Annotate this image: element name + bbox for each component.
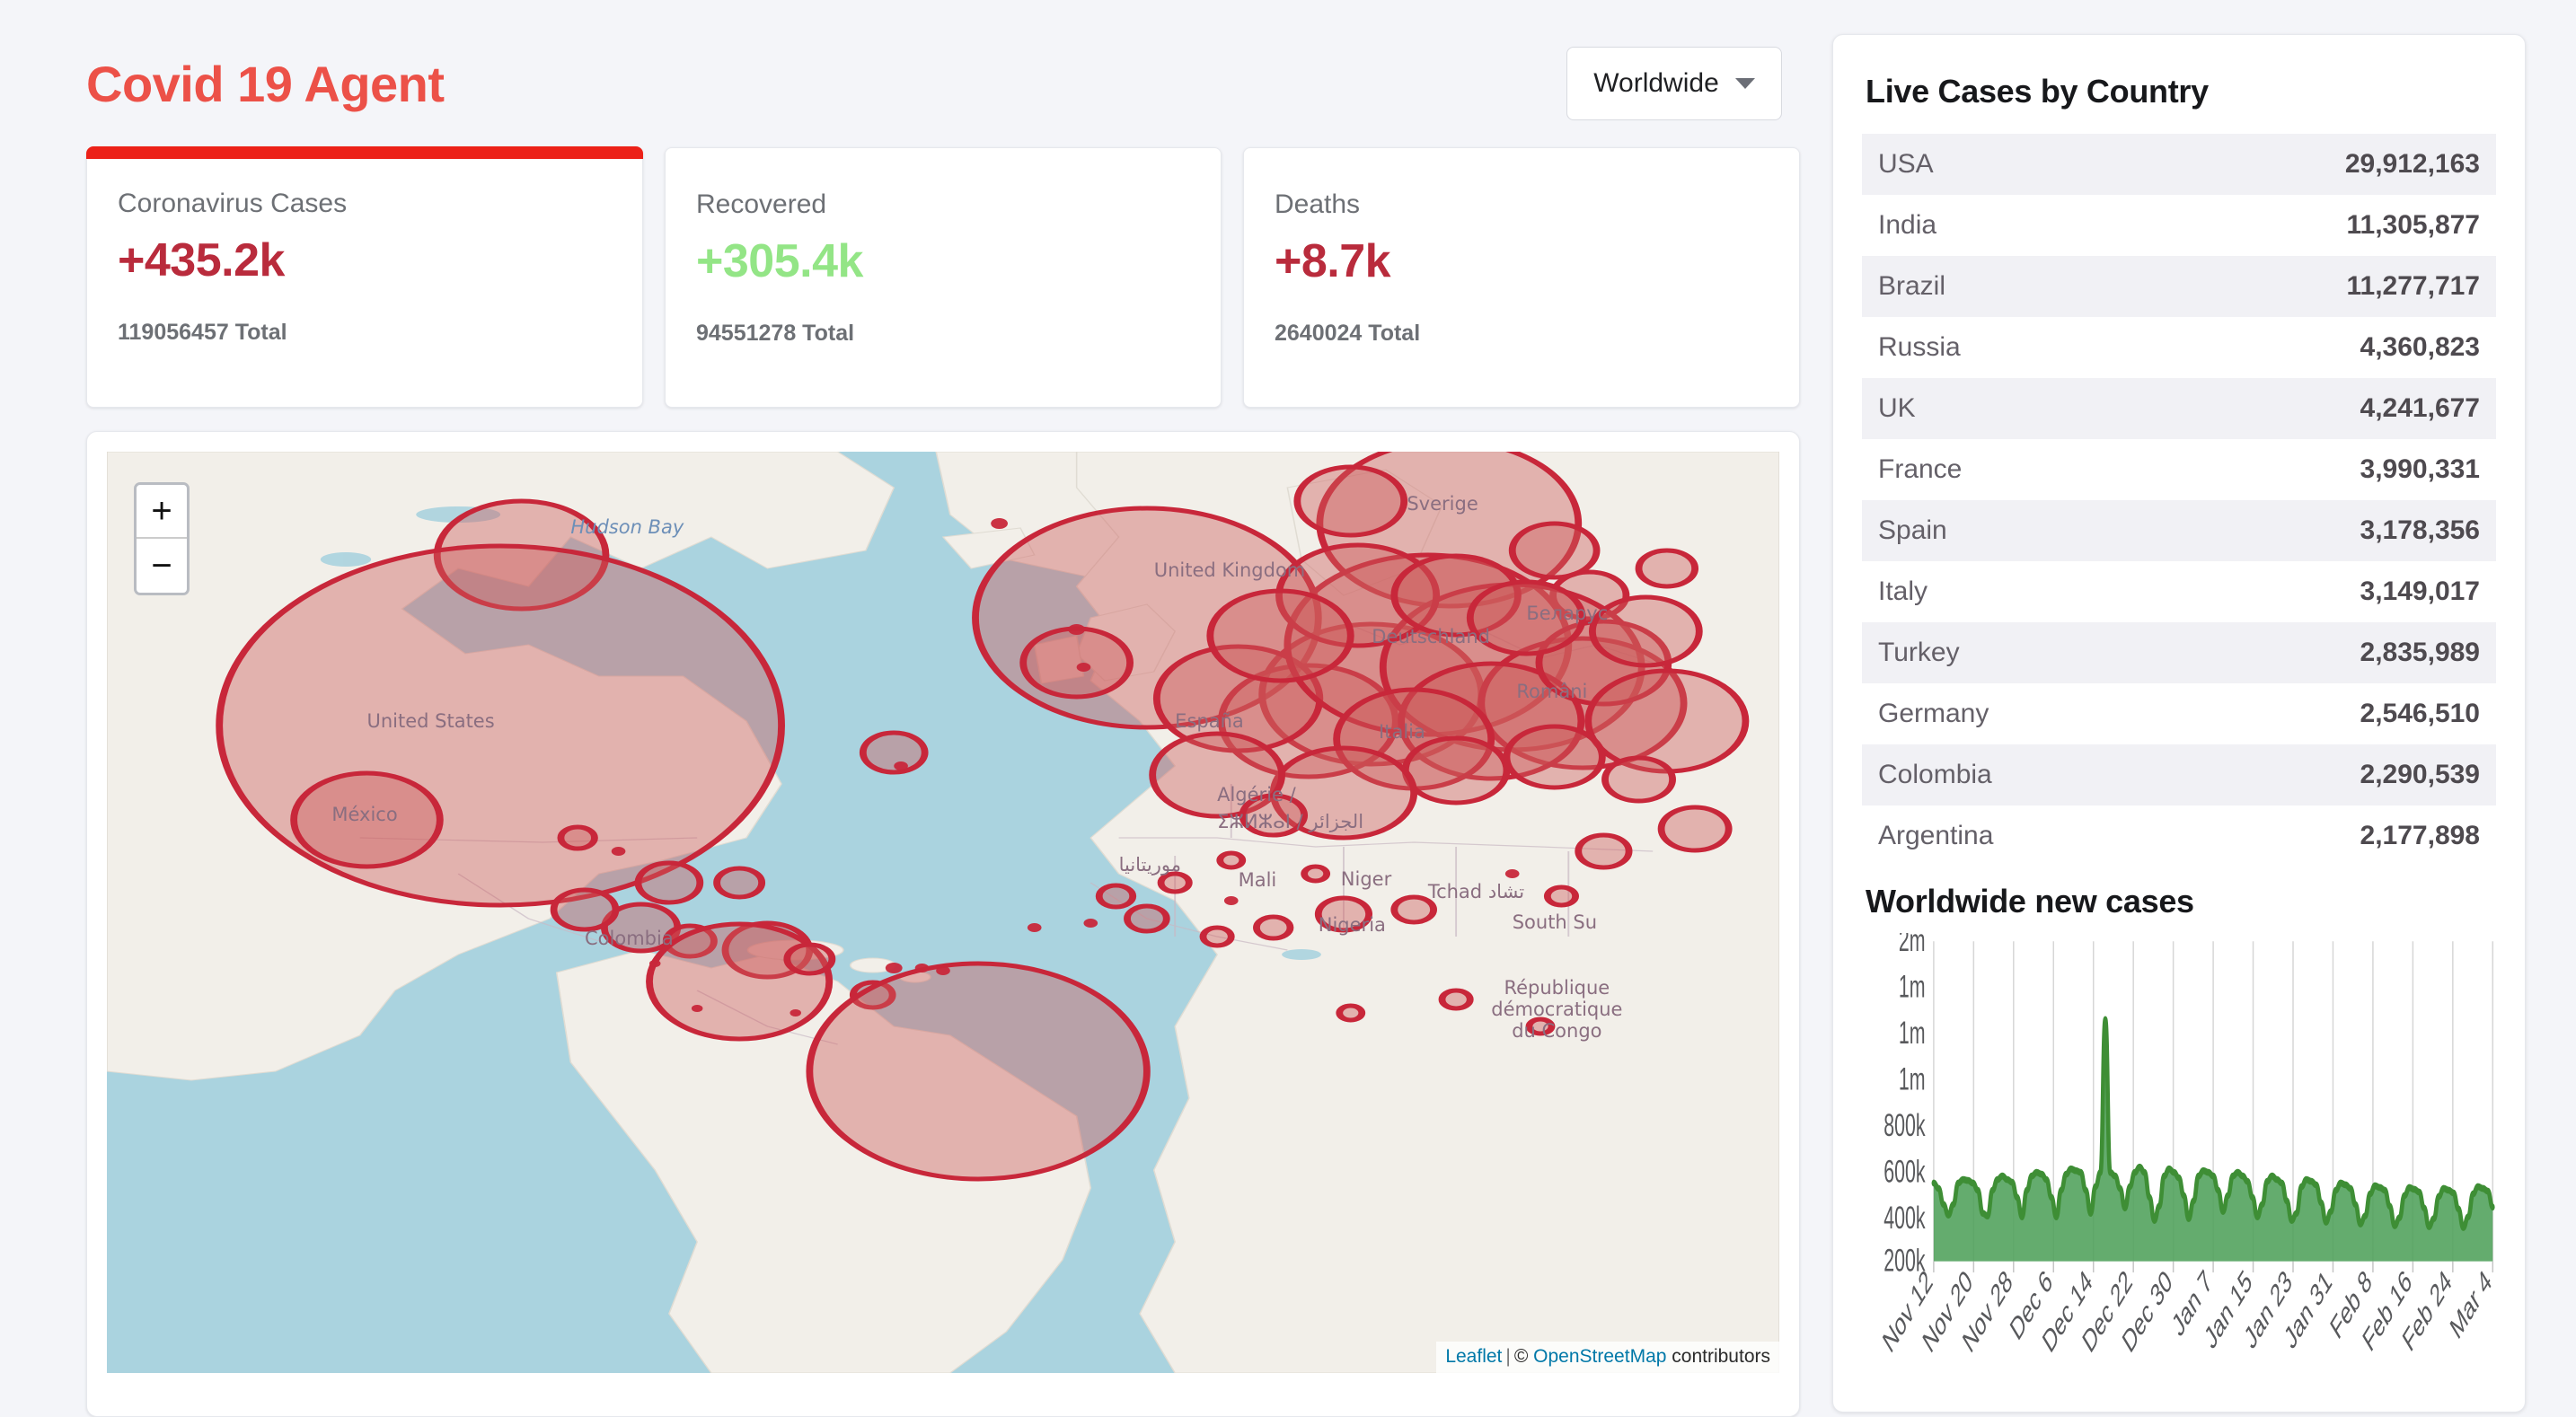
stat-card-total: 119056457 Total	[118, 320, 287, 345]
map-card: + − Hudson Bay United States México Colombi…	[86, 431, 1800, 1417]
country-row[interactable]: Italy 3,149,017	[1862, 561, 2496, 622]
country-row[interactable]: Germany 2,546,510	[1862, 683, 2496, 744]
country-row[interactable]: Turkey 2,835,989	[1862, 622, 2496, 683]
country-name: UK	[1878, 393, 1916, 423]
chevron-down-icon	[1734, 78, 1755, 89]
country-row[interactable]: Colombia 2,290,539	[1862, 744, 2496, 805]
country-name: India	[1878, 210, 1937, 240]
country-name: France	[1878, 454, 1963, 484]
country-case-count: 11,305,877	[2346, 210, 2481, 240]
country-case-count: 29,912,163	[2344, 149, 2480, 179]
country-name: Argentina	[1878, 821, 1994, 850]
country-row[interactable]: France 3,990,331	[1862, 439, 2496, 500]
country-list: USA 29,912,163 India 11,305,877 Brazil 11,277…	[1862, 134, 2496, 867]
chart-y-tick: 600k	[1883, 1155, 1926, 1190]
country-name: Germany	[1878, 699, 1989, 728]
page-title: Covid 19 Agent	[86, 55, 445, 112]
sidebar-column: Live Cases by Country USA 29,912,163 India…	[1832, 0, 2576, 1417]
country-case-count: 4,360,823	[2360, 332, 2480, 362]
country-row[interactable]: Spain 3,178,356	[1862, 500, 2496, 561]
country-name: Spain	[1878, 515, 1947, 545]
country-case-count: 3,990,331	[2360, 454, 2480, 484]
covid-dashboard: Covid 19 Agent Worldwide Coronavirus Cas…	[0, 0, 2576, 1417]
stat-card-recovered[interactable]: Recovered +305.4k 94551278 Total	[665, 147, 1222, 408]
app-header: Covid 19 Agent Worldwide	[86, 25, 1800, 142]
chart-y-tick: 1m	[1899, 1017, 1926, 1052]
stat-card-deaths[interactable]: Deaths +8.7k 2640024 Total	[1243, 147, 1800, 408]
country-case-count: 2,835,989	[2360, 638, 2480, 667]
country-row[interactable]: Brazil 11,277,717	[1862, 256, 2496, 317]
openstreetmap-link[interactable]: OpenStreetMap	[1533, 1346, 1666, 1367]
country-row[interactable]: USA 29,912,163	[1862, 134, 2496, 195]
stat-card-title: Deaths	[1275, 189, 1361, 219]
country-row[interactable]: Russia 4,360,823	[1862, 317, 2496, 378]
stat-card-delta: +305.4k	[696, 235, 863, 287]
live-cases-card: Live Cases by Country USA 29,912,163 India…	[1832, 34, 2526, 1413]
country-case-count: 2,290,539	[2360, 760, 2480, 789]
chart-y-tick: 800k	[1883, 1109, 1926, 1144]
worldwide-new-cases-chart[interactable]: 2m 1m 1m 1m 800k 600k 400k 200k Nov 12 Nov 20 Nov …	[1862, 933, 2496, 1388]
country-name: Italy	[1878, 576, 1928, 606]
country-name: USA	[1878, 149, 1934, 179]
country-name: Russia	[1878, 332, 1961, 362]
stat-card-total: 2640024 Total	[1275, 321, 1421, 346]
leaflet-map[interactable]: + − Hudson Bay United States México Colombi…	[107, 452, 1779, 1373]
chart-y-tick: 2m	[1899, 933, 1926, 958]
chart-y-tick: 400k	[1883, 1201, 1926, 1237]
stat-card-total: 94551278 Total	[696, 321, 855, 346]
country-case-count: 3,149,017	[2360, 576, 2480, 606]
country-case-count: 4,241,677	[2360, 393, 2480, 423]
map-tiles	[107, 452, 1779, 1373]
area-chart-svg: 2m1m1m1m800k600k400k200kNov 12Nov 20Nov …	[1879, 933, 2496, 1360]
zoom-in-button[interactable]: +	[137, 485, 187, 539]
chart-title: Worldwide new cases	[1866, 883, 2194, 920]
map-zoom-controls[interactable]: + −	[134, 482, 190, 595]
country-row[interactable]: Argentina 2,177,898	[1862, 805, 2496, 867]
country-case-count: 2,177,898	[2360, 821, 2480, 850]
country-case-count: 3,178,356	[2360, 515, 2480, 545]
zoom-out-button[interactable]: −	[137, 539, 187, 593]
chart-x-tick: Mar 4	[2447, 1264, 2496, 1346]
copyright-symbol: ©	[1513, 1346, 1534, 1367]
country-row[interactable]: India 11,305,877	[1862, 195, 2496, 256]
stat-card-title: Recovered	[696, 189, 827, 219]
country-name: Turkey	[1878, 638, 1960, 667]
stat-card-cases[interactable]: Coronavirus Cases +435.2k 119056457 Tota…	[86, 146, 643, 408]
stat-card-title: Coronavirus Cases	[118, 189, 348, 218]
chart-y-tick: 1m	[1899, 970, 1926, 1005]
attribution-separator: |	[1505, 1346, 1511, 1367]
stat-card-delta: +435.2k	[118, 234, 285, 286]
country-select-dropdown[interactable]: Worldwide	[1566, 47, 1782, 120]
country-name: Colombia	[1878, 760, 1992, 789]
country-row[interactable]: UK 4,241,677	[1862, 378, 2496, 439]
chart-y-tick: 1m	[1899, 1062, 1926, 1097]
leaflet-link[interactable]: Leaflet	[1445, 1346, 1502, 1367]
stat-card-delta: +8.7k	[1275, 235, 1391, 287]
stats-row: Coronavirus Cases +435.2k 119056457 Tota…	[86, 146, 1800, 408]
country-case-count: 2,546,510	[2360, 699, 2480, 728]
country-name: Brazil	[1878, 271, 1946, 301]
country-select-value: Worldwide	[1593, 68, 1719, 98]
main-column: Covid 19 Agent Worldwide Coronavirus Cas…	[0, 0, 1832, 1417]
country-case-count: 11,277,717	[2346, 271, 2481, 301]
sidebar-title: Live Cases by Country	[1866, 73, 2209, 110]
contributors-text: contributors	[1666, 1346, 1770, 1367]
map-attribution: Leaflet | © OpenStreetMap contributors	[1436, 1342, 1779, 1373]
